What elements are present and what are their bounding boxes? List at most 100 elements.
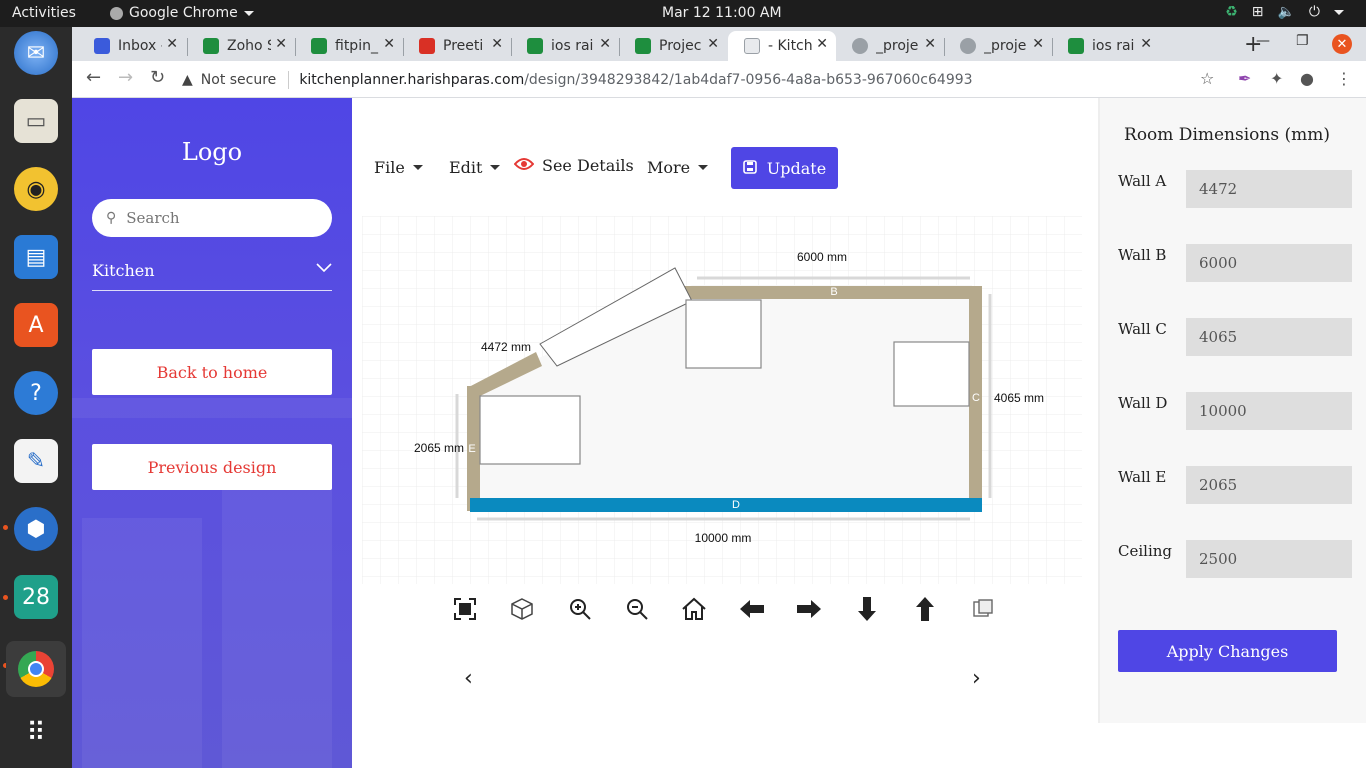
- extension-feather-icon[interactable]: ✒: [1238, 69, 1251, 88]
- url-host: kitchenplanner.harishparas.com: [299, 71, 525, 88]
- zoom-in-icon[interactable]: [566, 595, 594, 623]
- forward-arrow-icon[interactable]: →: [118, 67, 133, 88]
- tab[interactable]: Preeti ✕: [403, 31, 511, 61]
- floor-plan-canvas[interactable]: B C D E 6000 mm 4472 mm 4065 mm 2065 mm …: [362, 216, 1082, 584]
- tab-favicon: [94, 38, 110, 54]
- category-dropdown[interactable]: Kitchen: [92, 261, 332, 291]
- rhythmbox-icon[interactable]: ◉: [14, 167, 58, 211]
- tab[interactable]: _proje ✕: [944, 31, 1052, 61]
- chrome-icon[interactable]: [6, 641, 66, 697]
- app-hex-icon[interactable]: ⬢: [14, 507, 58, 551]
- more-menu-label: More: [647, 158, 691, 177]
- address-bar[interactable]: ▲ Not secure kitchenplanner.harishparas.…: [182, 65, 1222, 94]
- see-details-button[interactable]: See Details: [513, 156, 634, 175]
- wall-b-dimension: 6000 mm: [797, 250, 847, 264]
- tab-favicon: [311, 38, 327, 54]
- update-button[interactable]: Update: [731, 147, 838, 189]
- close-icon[interactable]: ✕: [1140, 36, 1152, 52]
- close-icon[interactable]: ✕: [383, 36, 395, 52]
- cabinet-unit[interactable]: [685, 299, 762, 369]
- security-label: Not secure: [200, 71, 277, 88]
- close-icon[interactable]: ✕: [166, 36, 178, 52]
- screenshot-icon[interactable]: [969, 595, 997, 623]
- writer-icon[interactable]: ▤: [14, 235, 58, 279]
- help-icon[interactable]: ?: [14, 371, 58, 415]
- file-menu[interactable]: File: [374, 158, 423, 177]
- arrow-right-icon[interactable]: [795, 595, 823, 623]
- activities-button[interactable]: Activities: [12, 5, 76, 21]
- search-box[interactable]: ⚲: [92, 199, 332, 237]
- apply-changes-button[interactable]: Apply Changes: [1118, 630, 1337, 672]
- tab[interactable]: fitpin_ ✕: [295, 31, 403, 61]
- fit-screen-icon[interactable]: [451, 595, 479, 623]
- extensions-icon[interactable]: ✦: [1270, 69, 1283, 88]
- arrow-up-icon[interactable]: [911, 595, 939, 623]
- system-tray[interactable]: ♻ ⊞ 🔈 ⏻: [1225, 4, 1344, 20]
- previous-design-button[interactable]: Previous design: [92, 444, 332, 490]
- update-label: Update: [766, 158, 827, 178]
- wall-e-label: Wall E: [1118, 468, 1167, 486]
- thunderbird-icon[interactable]: ✉: [14, 31, 58, 75]
- logo[interactable]: Logo: [72, 138, 352, 166]
- text-editor-icon[interactable]: ✎: [14, 439, 58, 483]
- tab[interactable]: ios rai ✕: [1052, 31, 1160, 61]
- more-menu[interactable]: More: [647, 158, 709, 177]
- carousel-prev-button[interactable]: ‹: [464, 666, 473, 691]
- wall-b-input[interactable]: [1186, 244, 1352, 282]
- calendar-icon[interactable]: 28: [14, 575, 58, 619]
- tab[interactable]: Zoho S ✕: [187, 31, 295, 61]
- tab-active[interactable]: - Kitch ✕: [728, 31, 836, 61]
- category-label: Kitchen: [92, 261, 155, 280]
- close-window-button[interactable]: ✕: [1332, 34, 1352, 54]
- arrow-left-icon[interactable]: [738, 595, 766, 623]
- close-icon[interactable]: ✕: [599, 36, 611, 52]
- tab[interactable]: _proje ✕: [836, 31, 944, 61]
- wall-e-input[interactable]: [1186, 466, 1352, 504]
- files-icon[interactable]: ▭: [14, 99, 58, 143]
- cabinet-unit[interactable]: [479, 395, 581, 465]
- kebab-menu-icon[interactable]: ⋮: [1336, 69, 1352, 88]
- tab-strip: Inbox - ✕ Zoho S ✕ fitpin_ ✕ Preeti ✕ io…: [72, 27, 1366, 61]
- close-icon[interactable]: ✕: [275, 36, 287, 52]
- close-icon[interactable]: ✕: [816, 36, 828, 52]
- home-icon[interactable]: [680, 595, 708, 623]
- tab[interactable]: Inbox - ✕: [78, 31, 186, 61]
- maximize-icon[interactable]: ❐: [1296, 33, 1309, 49]
- tab-favicon: [635, 38, 651, 54]
- reload-icon[interactable]: ↻: [150, 67, 165, 88]
- close-icon[interactable]: ✕: [1032, 36, 1044, 52]
- search-input[interactable]: [126, 209, 307, 227]
- sidebar: Logo ⚲ Kitchen Back to home Previous des…: [72, 98, 352, 768]
- chevron-down-icon: [316, 261, 332, 277]
- close-icon[interactable]: ✕: [924, 36, 936, 52]
- show-apps-icon[interactable]: ⠿: [14, 711, 58, 755]
- carousel-next-button[interactable]: ›: [972, 666, 981, 691]
- zoom-out-icon[interactable]: [623, 595, 651, 623]
- edit-menu[interactable]: Edit: [449, 158, 501, 177]
- wall-a-input[interactable]: [1186, 170, 1352, 208]
- close-icon[interactable]: ✕: [707, 36, 719, 52]
- wall-e-label: E: [468, 443, 475, 455]
- panel-title: Room Dimensions (mm): [1124, 125, 1330, 145]
- tab-label: fitpin_: [335, 38, 378, 54]
- wall-d-input[interactable]: [1186, 392, 1352, 430]
- software-center-icon[interactable]: A: [14, 303, 58, 347]
- back-to-home-button[interactable]: Back to home: [92, 349, 332, 395]
- cabinet-unit[interactable]: [893, 341, 970, 407]
- ceiling-input[interactable]: [1186, 540, 1352, 578]
- wall-d-dimension: 10000 mm: [695, 531, 752, 545]
- arrow-down-icon[interactable]: [853, 595, 881, 623]
- 3d-view-icon[interactable]: [508, 595, 536, 623]
- tab[interactable]: Projec ✕: [619, 31, 727, 61]
- back-arrow-icon[interactable]: ←: [86, 67, 101, 88]
- profile-avatar-icon[interactable]: ●: [1300, 69, 1314, 88]
- wall-c-input[interactable]: [1186, 318, 1352, 356]
- search-icon: ⚲: [106, 210, 117, 226]
- clock[interactable]: Mar 12 11:00 AM: [662, 5, 782, 21]
- app-menu[interactable]: Google Chrome: [110, 5, 254, 21]
- star-icon[interactable]: ☆: [1200, 69, 1214, 88]
- close-icon[interactable]: ✕: [491, 36, 503, 52]
- minimize-icon[interactable]: —: [1256, 33, 1270, 49]
- tab[interactable]: ios rai ✕: [511, 31, 619, 61]
- see-details-label: See Details: [542, 156, 634, 175]
